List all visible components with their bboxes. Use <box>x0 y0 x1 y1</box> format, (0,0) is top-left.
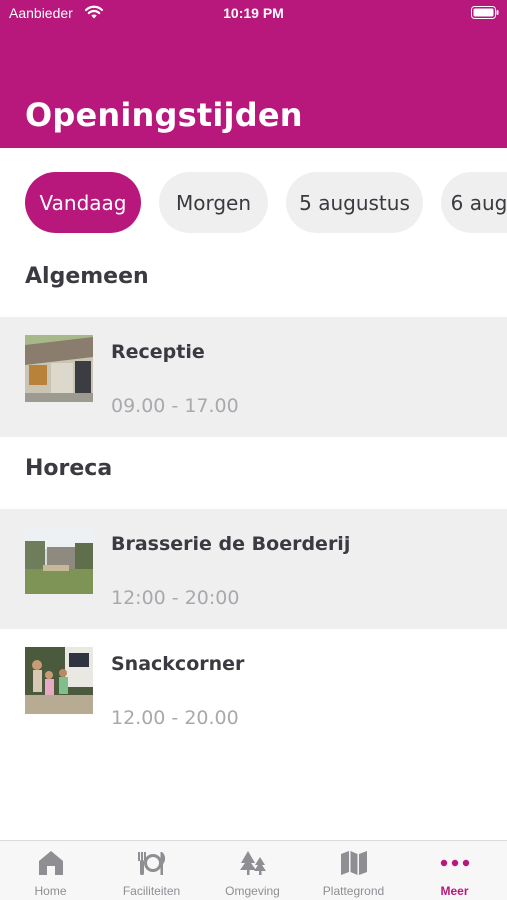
tabbar-label: Meer <box>440 884 469 898</box>
tabbar-label: Faciliteiten <box>122 884 181 898</box>
bottom-tab-bar: Home Faciliteiten Omgeving Plattegrond M… <box>0 840 507 900</box>
brasserie-photo <box>25 527 93 594</box>
section-title-general: Algemeen <box>25 264 149 289</box>
tabbar-label: Plattegrond <box>322 884 385 898</box>
list-item-name: Snackcorner <box>111 653 245 675</box>
list-item-brasserie[interactable]: Brasserie de Boerderij 12:00 - 20:00 <box>0 509 507 629</box>
tabbar-item-home[interactable]: Home <box>0 841 101 900</box>
tabbar-item-surroundings[interactable]: Omgeving <box>202 841 303 900</box>
map-icon <box>340 851 367 875</box>
more-dots-icon <box>440 859 469 867</box>
battery-icon <box>471 6 499 19</box>
snackcorner-photo <box>25 647 93 714</box>
status-clock: 10:19 PM <box>223 5 284 21</box>
tabbar-item-more[interactable]: Meer <box>404 841 505 900</box>
tabbar-label: Home <box>34 884 67 898</box>
list-item-reception[interactable]: Receptie 09.00 - 17.00 <box>0 317 507 437</box>
section-title-horeca: Horeca <box>25 456 113 481</box>
list-item-hours: 09.00 - 17.00 <box>111 395 239 417</box>
list-item-hours: 12.00 - 20.00 <box>111 707 239 729</box>
tabbar-item-facilities[interactable]: Faciliteiten <box>101 841 202 900</box>
status-bar: Aanbieder 10:19 PM <box>0 0 507 28</box>
tabbar-label: Omgeving <box>225 884 280 898</box>
list-item-name: Brasserie de Boerderij <box>111 533 351 555</box>
list-item-name: Receptie <box>111 341 205 363</box>
tab-tomorrow[interactable]: Morgen <box>159 172 268 233</box>
page-title: Openingstijden <box>25 96 303 134</box>
home-icon <box>38 851 63 875</box>
tab-6-august[interactable]: 6 augustus <box>441 172 507 233</box>
date-tabs: Vandaag Morgen 5 augustus 6 augustus <box>0 172 507 234</box>
tab-5-august[interactable]: 5 augustus <box>286 172 423 233</box>
tab-today[interactable]: Vandaag <box>25 172 141 233</box>
list-item-snackcorner[interactable]: Snackcorner 12.00 - 20.00 <box>0 629 507 749</box>
reception-photo <box>25 335 93 402</box>
tabbar-item-map[interactable]: Plattegrond <box>303 841 404 900</box>
cutlery-icon <box>137 852 165 875</box>
app-header: Aanbieder 10:19 PM Openingstijden <box>0 0 507 148</box>
trees-icon <box>239 851 266 875</box>
list-item-hours: 12:00 - 20:00 <box>111 587 240 609</box>
